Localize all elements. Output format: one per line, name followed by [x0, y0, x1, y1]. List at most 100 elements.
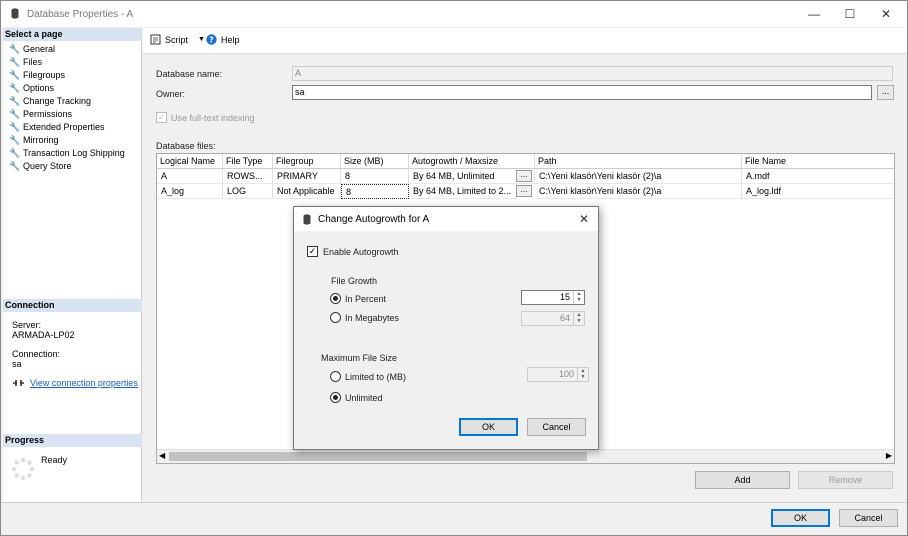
spinner-arrows-icon: ▲ ▼ — [573, 312, 584, 325]
in-megabytes-radio[interactable] — [330, 312, 341, 323]
table-cell[interactable]: LOG — [223, 184, 273, 199]
maximize-button[interactable]: ☐ — [833, 1, 867, 27]
dialog-cancel-button[interactable]: Cancel — [527, 418, 586, 436]
column-header[interactable]: Filegroup — [273, 154, 341, 169]
autogrowth-edit-button[interactable]: ... — [516, 185, 532, 197]
scroll-left-icon[interactable]: ◀ — [159, 451, 165, 460]
minimize-button[interactable]: — — [797, 1, 831, 27]
owner-field[interactable]: sa — [292, 85, 872, 100]
wrench-icon: 🔧 — [9, 69, 21, 80]
in-percent-value[interactable]: 15 — [560, 292, 570, 302]
autogrowth-edit-button[interactable]: ... — [516, 170, 532, 182]
view-connection-properties[interactable]: View connection properties — [12, 378, 138, 388]
connection-properties-icon — [13, 380, 24, 386]
select-page-header: Select a page — [3, 28, 142, 41]
table-cell[interactable]: A.mdf — [742, 169, 894, 184]
scroll-right-icon[interactable]: ▶ — [886, 451, 892, 460]
nav-extended-properties[interactable]: 🔧 Extended Properties — [9, 120, 105, 133]
script-button[interactable]: Script ▼ — [150, 34, 205, 45]
enable-autogrowth-checkbox[interactable]: ✓ — [307, 246, 318, 257]
nav-options[interactable]: 🔧 Options — [9, 81, 54, 94]
add-button[interactable]: Add — [695, 471, 790, 489]
nav-label: General — [23, 43, 56, 54]
nav-files[interactable]: 🔧 Files — [9, 55, 42, 68]
column-header[interactable]: File Name — [742, 154, 894, 169]
progress-status: Ready — [41, 455, 68, 465]
nav-mirroring[interactable]: 🔧 Mirroring — [9, 133, 59, 146]
left-panel: Select a page 🔧 General 🔧 Files 🔧 Filegroup… — [3, 28, 142, 502]
horizontal-scrollbar[interactable]: ◀ ▶ — [157, 449, 894, 463]
window-title: Database Properties - A — [27, 9, 134, 20]
close-button[interactable]: ✕ — [869, 1, 903, 27]
owner-browse-button[interactable]: ... — [877, 85, 894, 100]
remove-button: Remove — [798, 471, 893, 489]
column-header[interactable]: File Type — [223, 154, 273, 169]
table-cell[interactable]: A_log — [157, 184, 223, 199]
title-bar: Database Properties - A — ☐ ✕ — [1, 1, 907, 27]
column-header[interactable]: Logical Name — [157, 154, 223, 169]
view-connection-link[interactable]: View connection properties — [30, 378, 138, 388]
dialog-ok-button[interactable]: OK — [459, 418, 518, 436]
in-percent-radio[interactable] — [330, 293, 341, 304]
fulltext-checkbox: ✓ — [156, 112, 167, 123]
wrench-icon: 🔧 — [9, 82, 21, 93]
in-megabytes-spinner: 64 ▲ ▼ — [521, 311, 585, 326]
nav-label: Filegroups — [23, 69, 66, 80]
limited-radio[interactable] — [330, 371, 341, 382]
enable-autogrowth-label: Enable Autogrowth — [323, 247, 399, 257]
wrench-icon: 🔧 — [9, 134, 21, 145]
table-cell[interactable]: By 64 MB, Limited to 2... — [409, 184, 517, 199]
limited-value: 100 — [558, 369, 574, 379]
script-icon — [150, 34, 161, 45]
limited-label: Limited to (MB) — [345, 372, 407, 382]
column-header[interactable]: Size (MB) — [341, 154, 409, 169]
nav-filegroups[interactable]: 🔧 Filegroups — [9, 68, 65, 81]
max-file-size-label: Maximum File Size — [321, 353, 398, 363]
limited-spinner: 100 ▲ ▼ — [527, 367, 589, 382]
table-cell[interactable]: A_log.ldf — [742, 184, 894, 199]
nav-query-store[interactable]: 🔧 Query Store — [9, 159, 72, 172]
unlimited-radio[interactable] — [330, 392, 341, 403]
wrench-icon: 🔧 — [9, 121, 21, 132]
server-label: Server: — [12, 320, 42, 330]
table-cell[interactable]: PRIMARY — [273, 169, 341, 184]
in-megabytes-label: In Megabytes — [345, 313, 400, 323]
help-button[interactable]: ? Help — [206, 34, 240, 45]
bottom-bar: OK Cancel — [1, 502, 907, 535]
script-dropdown-icon[interactable]: ▼ — [198, 36, 205, 43]
wrench-icon: 🔧 — [9, 147, 21, 158]
nav-permissions[interactable]: 🔧 Permissions — [9, 107, 72, 120]
database-icon — [11, 8, 19, 19]
ok-button[interactable]: OK — [771, 509, 830, 527]
table-cell[interactable]: C:\Yeni klasör\Yeni klasör (2)\a — [535, 169, 742, 184]
nav-label: Query Store — [23, 160, 72, 171]
table-cell[interactable]: 8 — [341, 169, 409, 184]
owner-label: Owner: — [156, 89, 186, 99]
column-header[interactable]: Autogrowth / Maxsize — [409, 154, 535, 169]
unlimited-label: Unlimited — [345, 393, 383, 403]
svg-text:?: ? — [209, 35, 214, 44]
nav-change-tracking[interactable]: 🔧 Change Tracking — [9, 94, 91, 107]
cancel-button[interactable]: Cancel — [839, 509, 898, 527]
table-cell[interactable]: 8 — [341, 184, 409, 199]
help-icon: ? — [206, 34, 217, 45]
table-cell[interactable]: Not Applicable — [273, 184, 341, 199]
change-autogrowth-dialog: Change Autogrowth for A ✕ ✓ Enable Autog… — [293, 206, 599, 450]
in-percent-spinner[interactable]: 15 ▲ ▼ — [521, 290, 585, 305]
fulltext-label: Use full-text indexing — [171, 113, 255, 123]
table-cell[interactable]: C:\Yeni klasör\Yeni klasör (2)\a — [535, 184, 742, 199]
toolbar: Script ▼ ? Help — [143, 28, 907, 54]
dialog-title-bar: Change Autogrowth for A ✕ — [294, 207, 598, 231]
wrench-icon: 🔧 — [9, 56, 21, 67]
column-header[interactable]: Path — [535, 154, 742, 169]
spinner-arrows-icon[interactable]: ▲ ▼ — [573, 291, 584, 304]
dialog-close-icon[interactable]: ✕ — [579, 212, 589, 226]
scrollbar-thumb[interactable] — [169, 452, 587, 461]
progress-header: Progress — [3, 434, 142, 447]
nav-transaction-log-shipping[interactable]: 🔧 Transaction Log Shipping — [9, 146, 125, 159]
wrench-icon: 🔧 — [9, 43, 21, 54]
in-percent-label: In Percent — [345, 294, 387, 304]
nav-general[interactable]: 🔧 General — [9, 42, 55, 55]
table-cell[interactable]: A — [157, 169, 223, 184]
table-cell[interactable]: ROWS... — [223, 169, 273, 184]
